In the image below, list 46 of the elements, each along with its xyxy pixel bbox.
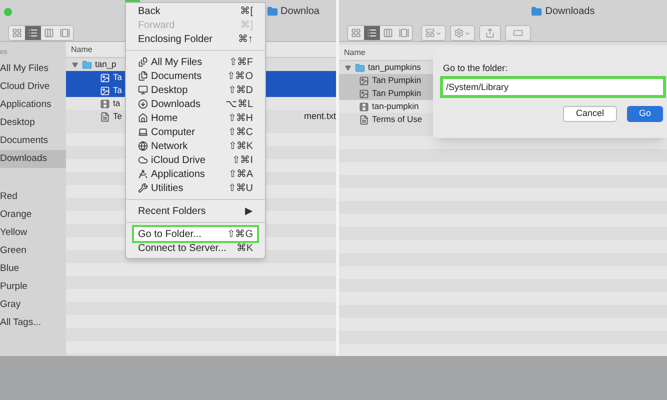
shortcut-label: ▶ <box>245 204 253 218</box>
file-name: tan-pumpkin <box>372 100 419 113</box>
menu-item-label: Network <box>151 140 188 154</box>
shortcut-label: ⇧⌘D <box>228 84 253 98</box>
file-name: tan_pumpkins <box>368 61 421 74</box>
file-name: ment.txt <box>304 110 336 123</box>
menu-item-label: Desktop <box>151 84 188 98</box>
file-name: Ta <box>113 71 122 84</box>
menu-item-label: Documents <box>151 70 202 84</box>
shortcut-label: ⇧⌘O <box>227 70 253 84</box>
dialog-label: Go to the folder: <box>443 62 509 75</box>
file-name: tan_p <box>95 58 116 71</box>
shortcut-label: ⇧⌘G <box>227 228 253 242</box>
shortcut-label: ⌥⌘L <box>225 98 253 112</box>
shortcut-label: ⇧⌘A <box>228 168 253 182</box>
menu-item-label: Back <box>138 4 160 18</box>
file-name: Te <box>113 110 122 123</box>
shortcut-label: ⇧⌘U <box>228 182 253 196</box>
shortcut-label: ⌘] <box>240 18 253 32</box>
menu-item-label: Computer <box>151 126 195 140</box>
window-title: Downloads <box>545 5 595 19</box>
file-name: Tan Pumpkin <box>372 74 422 87</box>
menu-item-label: Utilities <box>151 182 184 196</box>
menu-item-label: Enclosing Folder <box>138 32 212 46</box>
menu-item-label: Home <box>151 112 178 126</box>
shortcut-label: ⇧⌘I <box>232 154 253 168</box>
shortcut-label: ⇧⌘K <box>228 140 253 154</box>
shortcut-label: ⌘↑ <box>238 32 253 46</box>
menu-item-label: iCloud Drive <box>151 154 206 168</box>
menu-item-label: Recent Folders <box>138 204 206 218</box>
menu-item-label: Connect to Server... <box>138 242 226 256</box>
file-name: Tan Pumpkin <box>372 87 422 100</box>
file-name: Terms of Use <box>372 113 422 126</box>
menu-item-label: Forward <box>138 18 175 32</box>
shortcut-label: ⇧⌘H <box>228 112 253 126</box>
menu-item-label: Go to Folder... <box>138 228 202 242</box>
file-name: Ta <box>113 84 122 97</box>
menu-item-label: Downloads <box>151 98 200 112</box>
shortcut-label: ⇧⌘C <box>228 126 253 140</box>
shortcut-label: ⇧⌘F <box>228 56 253 70</box>
menu-item-label: Applications <box>151 168 205 182</box>
menu-item-label: All My Files <box>151 56 202 70</box>
shortcut-label: ⌘[ <box>240 4 253 18</box>
file-name: ta <box>113 97 120 110</box>
window-title: Downloa <box>280 5 320 19</box>
shortcut-label: ⌘K <box>236 242 253 256</box>
